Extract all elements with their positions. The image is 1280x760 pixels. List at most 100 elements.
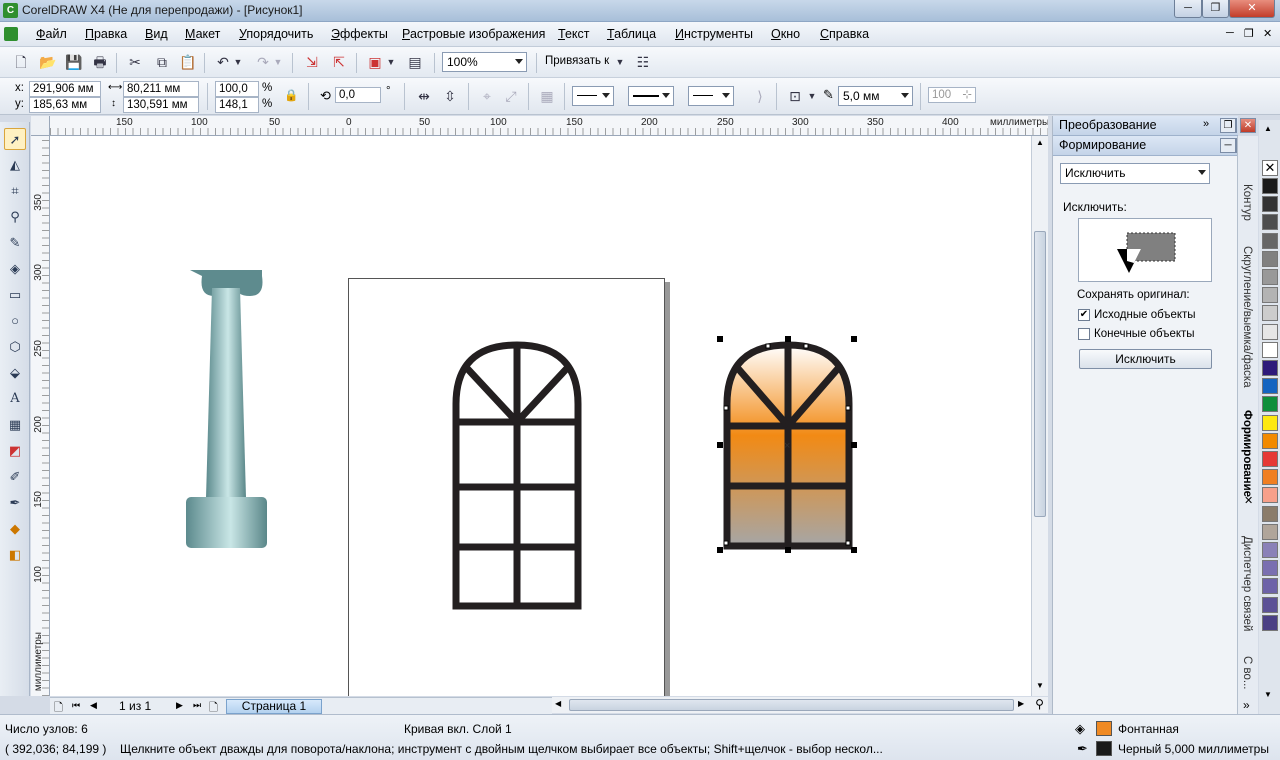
color-swatch[interactable] <box>1262 378 1278 395</box>
redo-icon[interactable]: ↷ <box>252 51 274 73</box>
color-swatch[interactable] <box>1262 560 1278 577</box>
outline-width-select[interactable]: 5,0 мм <box>838 86 913 106</box>
rotation-field[interactable]: 0,0 <box>335 87 381 103</box>
interactive-fill-tool-icon[interactable]: ◧ <box>4 544 26 566</box>
extract-subpath-icon[interactable]: ⤢ <box>500 85 522 107</box>
scroll-left-icon[interactable]: ◀ <box>555 699 561 708</box>
first-page-icon[interactable]: ⏮ <box>72 700 80 711</box>
doc-close-button[interactable]: ✕ <box>1263 27 1272 40</box>
color-swatch[interactable] <box>1262 287 1278 304</box>
palette-scroll-down-icon[interactable]: ▼ <box>1264 690 1272 699</box>
color-swatch[interactable] <box>1262 487 1278 504</box>
horizontal-ruler[interactable]: 150 100 50 0 50 100 150 200 250 300 350 … <box>50 116 1048 136</box>
zoom-level-select[interactable]: 100% <box>442 52 527 72</box>
color-swatch[interactable] <box>1262 196 1278 213</box>
menu-edit[interactable]: Правка <box>85 27 127 41</box>
menu-view[interactable]: Вид <box>145 27 168 41</box>
color-swatch[interactable] <box>1262 250 1278 267</box>
no-color-swatch[interactable]: ✕ <box>1262 160 1278 176</box>
snap-dropdown-icon[interactable]: ▼ <box>614 51 626 73</box>
color-swatch[interactable] <box>1262 269 1278 285</box>
scale-x-field[interactable]: 100,0 <box>215 81 259 97</box>
outline-color-swatch[interactable] <box>1096 741 1112 756</box>
crop-tool-icon[interactable]: ⌗ <box>4 180 26 202</box>
horizontal-scrollbar[interactable]: ◀ ▶ <box>552 697 1031 713</box>
lock-ratio-icon[interactable]: 🔒 <box>284 88 298 102</box>
transform-docker-float-icon[interactable]: ❐ <box>1220 118 1236 133</box>
menu-effects[interactable]: Эффекты <box>331 27 388 41</box>
color-swatch[interactable] <box>1262 414 1278 431</box>
more-tabs-icon[interactable]: » <box>1243 698 1250 712</box>
undo-icon[interactable]: ↶ <box>212 51 234 73</box>
combine-icon[interactable]: ▦ <box>536 85 558 107</box>
new-document-icon[interactable]: 🗋 <box>10 51 32 73</box>
page-tab[interactable]: Страница 1 <box>226 699 322 714</box>
break-apart-icon[interactable]: ⌖ <box>476 85 498 107</box>
last-page-icon[interactable]: ⏭ <box>193 700 201 711</box>
menu-arrange[interactable]: Упорядочить <box>239 27 313 41</box>
navigator-icon[interactable]: ⚲ <box>1031 697 1048 713</box>
rotation-center-marker[interactable]: × <box>784 440 790 452</box>
save-icon[interactable]: 💾 <box>63 51 85 73</box>
close-tab-icon[interactable]: ✕ <box>1244 494 1253 507</box>
mirror-horizontal-icon[interactable]: ⇹ <box>413 85 435 107</box>
menu-file[interactable]: Файл <box>36 27 67 41</box>
table-tool-icon[interactable]: ▦ <box>4 414 26 436</box>
mirror-vertical-icon[interactable]: ⇳ <box>439 85 461 107</box>
polygon-tool-icon[interactable]: ⬡ <box>4 336 26 358</box>
menu-window[interactable]: Окно <box>771 27 800 41</box>
color-swatch[interactable] <box>1262 360 1278 376</box>
open-folder-icon[interactable]: 📂 <box>37 51 59 73</box>
freehand-tool-icon[interactable]: ✎ <box>4 232 26 254</box>
redo-dropdown-icon[interactable]: ▼ <box>272 51 284 73</box>
eyedropper-tool-icon[interactable]: ✐ <box>4 466 26 488</box>
ruler-origin[interactable] <box>31 116 50 136</box>
color-swatch[interactable] <box>1262 323 1278 340</box>
expand-icon[interactable]: » <box>1203 118 1209 130</box>
application-launcher-icon[interactable]: ▣ <box>364 51 386 73</box>
tab-fillet[interactable]: Скругление/выемка/фаска <box>1241 246 1253 388</box>
menu-tools[interactable]: Инструменты <box>675 27 753 41</box>
prev-page-icon[interactable]: ◀ <box>90 700 97 711</box>
menu-bitmaps[interactable]: Растровые изображения <box>402 27 545 41</box>
ellipse-tool-icon[interactable]: ○ <box>4 310 26 332</box>
palette-scroll-up-icon[interactable]: ▲ <box>1264 124 1272 133</box>
transform-docker-close-icon[interactable]: ✕ <box>1240 118 1256 133</box>
cut-icon[interactable]: ✂ <box>124 51 146 73</box>
close-window-button[interactable]: ✕ <box>1229 0 1275 18</box>
shaping-operation-select[interactable]: Исключить <box>1060 163 1210 184</box>
width-field[interactable]: 80,211 мм <box>123 81 199 97</box>
tab-link-manager[interactable]: Диспетчер связей <box>1241 536 1253 631</box>
start-arrow-select[interactable] <box>572 86 614 106</box>
window-outline-shape[interactable] <box>452 341 582 610</box>
color-swatch[interactable] <box>1262 214 1278 231</box>
shaping-docker-header[interactable]: Формирование <box>1053 136 1238 156</box>
transform-docker-header[interactable]: Преобразование » <box>1053 116 1238 136</box>
paste-icon[interactable]: 📋 <box>177 51 199 73</box>
column-shape[interactable] <box>186 270 267 548</box>
tab-shaping[interactable]: Формирование <box>1241 410 1253 497</box>
minimize-button[interactable]: ─ <box>1174 0 1202 18</box>
fill-color-swatch[interactable] <box>1096 721 1112 736</box>
outline-tool-icon[interactable]: ✒ <box>4 492 26 514</box>
scroll-down-icon[interactable]: ▼ <box>1036 681 1044 690</box>
basic-shapes-tool-icon[interactable]: ⬙ <box>4 362 26 384</box>
height-field[interactable]: 130,591 мм <box>123 97 199 113</box>
vertical-scroll-thumb[interactable] <box>1034 231 1046 517</box>
doc-restore-button[interactable]: ❐ <box>1244 27 1254 40</box>
tab-contour[interactable]: Контур <box>1241 184 1253 221</box>
menu-table[interactable]: Таблица <box>607 27 656 41</box>
snap-to-label[interactable]: Привязать к <box>545 55 609 67</box>
smart-fill-tool-icon[interactable]: ◈ <box>4 258 26 280</box>
document-icon[interactable] <box>4 27 18 41</box>
shape-tool-icon[interactable]: ◭ <box>4 154 26 176</box>
launcher-dropdown-icon[interactable]: ▼ <box>385 51 397 73</box>
import-icon[interactable]: ⇲ <box>301 51 323 73</box>
color-swatch[interactable] <box>1262 542 1278 558</box>
horizontal-scroll-thumb[interactable] <box>569 699 1014 711</box>
color-swatch[interactable] <box>1262 578 1278 595</box>
drawing-canvas[interactable]: × <box>50 136 1031 696</box>
text-tool-icon[interactable]: A <box>4 388 26 410</box>
close-curve-icon[interactable]: ⟩ <box>749 85 771 107</box>
color-swatch[interactable] <box>1262 451 1278 467</box>
